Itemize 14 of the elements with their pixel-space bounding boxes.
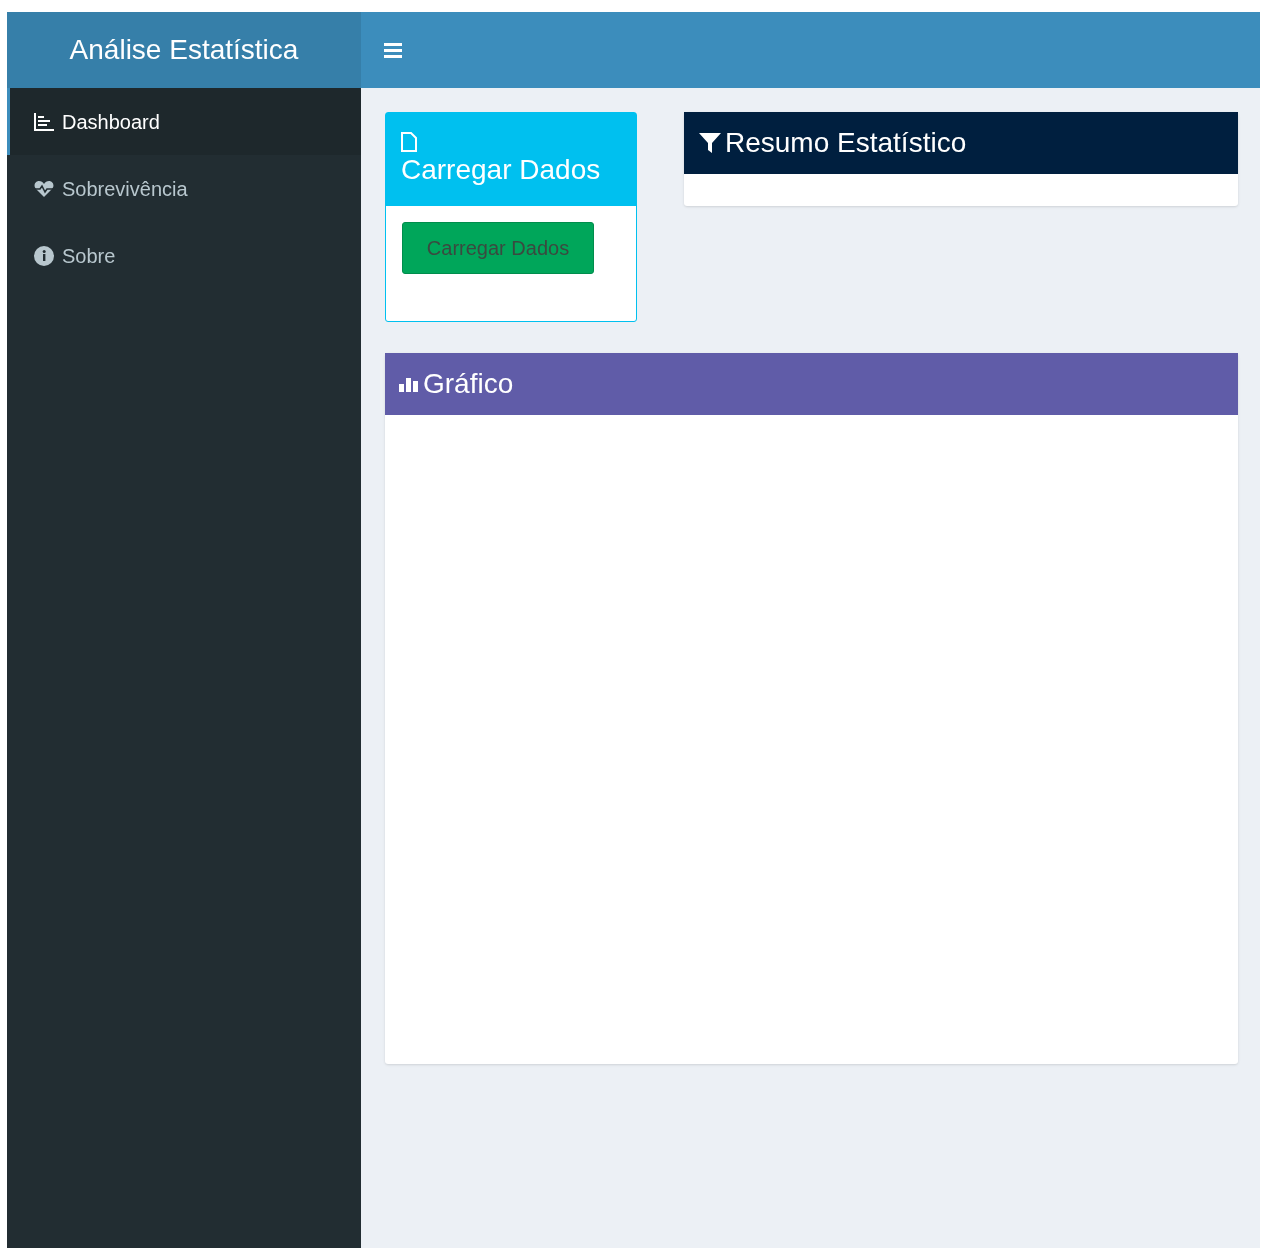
menu-icon[interactable]: [384, 42, 402, 58]
bar-chart-icon: [399, 376, 419, 392]
line-chart-icon: [34, 112, 54, 131]
sidebar-item[interactable]: Dashboard: [7, 88, 361, 155]
file-icon: [401, 132, 417, 152]
app-title: Análise Estatística: [7, 12, 361, 88]
card-title: Carregar Dados: [401, 153, 602, 187]
filter-icon: [699, 133, 721, 153]
heartbeat-icon: [34, 179, 54, 198]
card-title: Gráfico: [423, 367, 514, 401]
sidebar-item[interactable]: Sobrevivência: [7, 155, 361, 222]
info-icon: [34, 245, 54, 266]
sidebar-item[interactable]: Sobre: [7, 222, 361, 289]
card-title: Resumo Estatístico: [725, 126, 967, 160]
